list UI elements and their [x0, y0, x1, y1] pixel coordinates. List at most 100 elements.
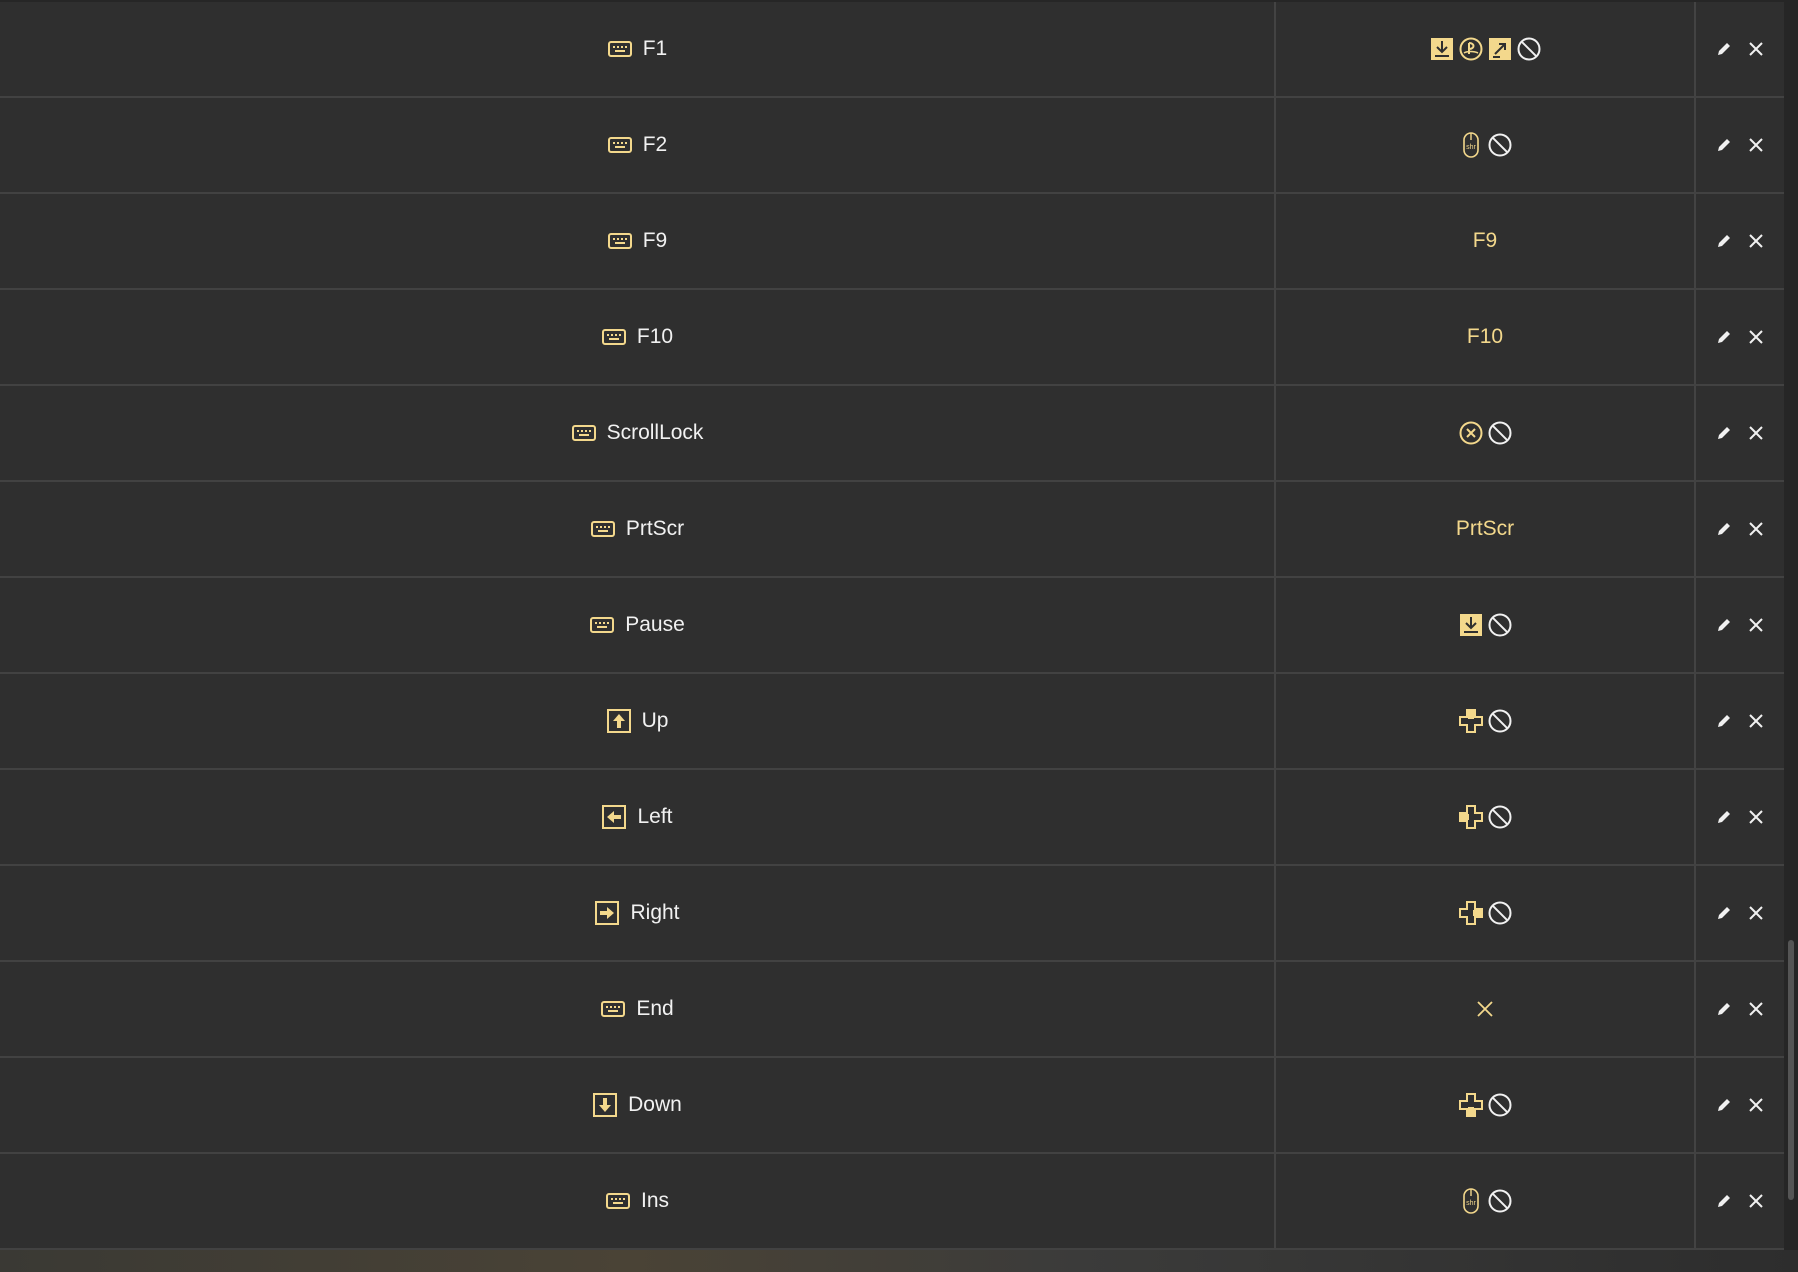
scrollbar[interactable]	[1784, 0, 1798, 1250]
delete-icon[interactable]	[1745, 326, 1767, 348]
edit-icon[interactable]	[1713, 710, 1735, 732]
arrow-left-key-icon	[601, 804, 627, 830]
share-box-icon	[1487, 36, 1513, 62]
disabled-icon	[1487, 900, 1513, 926]
mapping-cell[interactable]: shr	[1276, 98, 1694, 192]
key-label: ScrollLock	[606, 421, 704, 444]
edit-icon[interactable]	[1713, 902, 1735, 924]
key-label: Up	[641, 709, 669, 732]
key-label: Down	[628, 1093, 682, 1116]
table-row: ScrollLock	[0, 386, 1784, 482]
delete-icon[interactable]	[1745, 230, 1767, 252]
delete-icon[interactable]	[1745, 710, 1767, 732]
keyboard-icon	[607, 228, 633, 254]
svg-text:shr: shr	[1466, 1200, 1476, 1207]
mapping-cell[interactable]	[1276, 2, 1694, 96]
arrow-right-key-icon	[594, 900, 620, 926]
scrollbar-thumb[interactable]	[1788, 940, 1794, 1200]
delete-icon[interactable]	[1745, 806, 1767, 828]
edit-icon[interactable]	[1713, 518, 1735, 540]
edit-icon[interactable]	[1713, 1094, 1735, 1116]
table-row: F9 F9	[0, 194, 1784, 290]
key-cell: Ins	[0, 1154, 1274, 1248]
table-row: F1	[0, 2, 1784, 98]
delete-icon[interactable]	[1745, 422, 1767, 444]
mapping-cell[interactable]	[1276, 1058, 1694, 1152]
delete-icon[interactable]	[1745, 614, 1767, 636]
key-cell: ScrollLock	[0, 386, 1274, 480]
delete-icon[interactable]	[1745, 1094, 1767, 1116]
dpad-right-icon	[1458, 900, 1484, 926]
edit-icon[interactable]	[1713, 1190, 1735, 1212]
dpad-down-icon	[1458, 1092, 1484, 1118]
mapping-cell[interactable]	[1276, 386, 1694, 480]
mapping-cell[interactable]: F10	[1276, 290, 1694, 384]
mapping-cell[interactable]: shr	[1276, 1154, 1694, 1248]
key-label: Left	[637, 805, 673, 828]
mouse-shift-icon: shr	[1458, 1188, 1484, 1214]
mapping-cell[interactable]: F9	[1276, 194, 1694, 288]
keyboard-icon	[571, 420, 597, 446]
mapping-cell[interactable]: PrtScr	[1276, 482, 1694, 576]
edit-icon[interactable]	[1713, 230, 1735, 252]
edit-icon[interactable]	[1713, 806, 1735, 828]
delete-icon[interactable]	[1745, 1190, 1767, 1212]
window-bottom-edge	[0, 1250, 1798, 1272]
table-row: Pause	[0, 578, 1784, 674]
key-cell: F9	[0, 194, 1274, 288]
row-actions	[1696, 482, 1784, 576]
mapping-cell[interactable]	[1276, 770, 1694, 864]
row-actions	[1696, 1154, 1784, 1248]
edit-icon[interactable]	[1713, 614, 1735, 636]
playstation-icon	[1458, 36, 1484, 62]
key-cell: F1	[0, 2, 1274, 96]
key-label: Pause	[625, 613, 685, 636]
key-cell: Down	[0, 1058, 1274, 1152]
edit-icon[interactable]	[1713, 134, 1735, 156]
edit-icon[interactable]	[1713, 998, 1735, 1020]
row-actions	[1696, 866, 1784, 960]
circle-x-icon	[1458, 420, 1484, 446]
mouse-shift-icon: shr	[1458, 132, 1484, 158]
delete-icon[interactable]	[1745, 518, 1767, 540]
delete-icon[interactable]	[1745, 902, 1767, 924]
table-row: End	[0, 962, 1784, 1058]
mapping-cell[interactable]	[1276, 578, 1694, 672]
table-row: Right	[0, 866, 1784, 962]
table-row: F10 F10	[0, 290, 1784, 386]
key-cell: F10	[0, 290, 1274, 384]
svg-text:shr: shr	[1466, 144, 1476, 151]
mapping-cell[interactable]	[1276, 674, 1694, 768]
mapping-cell[interactable]	[1276, 866, 1694, 960]
edit-icon[interactable]	[1713, 38, 1735, 60]
key-cell: Pause	[0, 578, 1274, 672]
row-actions	[1696, 290, 1784, 384]
disabled-icon	[1487, 612, 1513, 638]
key-label: End	[636, 997, 674, 1020]
row-actions	[1696, 2, 1784, 96]
mapping-text: F10	[1466, 325, 1504, 348]
arrow-down-key-icon	[592, 1092, 618, 1118]
disabled-icon	[1487, 1092, 1513, 1118]
key-mapping-table: F1 F2 shr F9 F9 F10 F10 ScrollLock PrtScr PrtScr P…	[0, 0, 1784, 1250]
key-label: PrtScr	[625, 517, 685, 540]
edit-icon[interactable]	[1713, 422, 1735, 444]
delete-icon[interactable]	[1745, 134, 1767, 156]
key-label: F10	[636, 325, 674, 348]
disabled-icon	[1516, 36, 1542, 62]
key-cell: Left	[0, 770, 1274, 864]
mapping-cell[interactable]	[1276, 962, 1694, 1056]
download-box-icon	[1458, 612, 1484, 638]
keyboard-icon	[601, 324, 627, 350]
download-box-icon	[1429, 36, 1455, 62]
row-actions	[1696, 1058, 1784, 1152]
row-actions	[1696, 674, 1784, 768]
delete-icon[interactable]	[1745, 998, 1767, 1020]
keyboard-icon	[607, 132, 633, 158]
disabled-icon	[1487, 708, 1513, 734]
disabled-icon	[1487, 1188, 1513, 1214]
delete-icon[interactable]	[1745, 38, 1767, 60]
mapping-text: PrtScr	[1455, 517, 1515, 540]
table-row: Down	[0, 1058, 1784, 1154]
edit-icon[interactable]	[1713, 326, 1735, 348]
